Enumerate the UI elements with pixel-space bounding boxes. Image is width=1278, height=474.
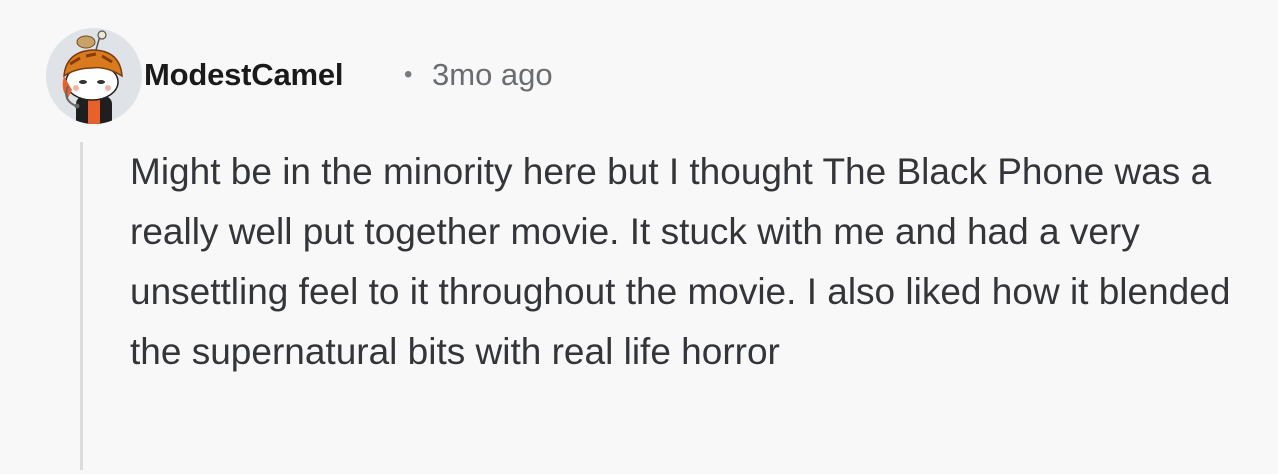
user-avatar[interactable]: [46, 28, 142, 124]
comment-body: Might be in the minority here but I thou…: [130, 151, 1231, 372]
snoo-avatar-icon: [62, 30, 123, 124]
comment-timestamp[interactable]: 3mo ago: [432, 56, 553, 94]
comment: ModestCamel • 3mo ago Might be in the mi…: [0, 0, 1278, 474]
meta-separator: •: [404, 61, 413, 88]
comment-author[interactable]: ModestCamel: [144, 56, 344, 94]
thread-line[interactable]: [80, 142, 83, 470]
